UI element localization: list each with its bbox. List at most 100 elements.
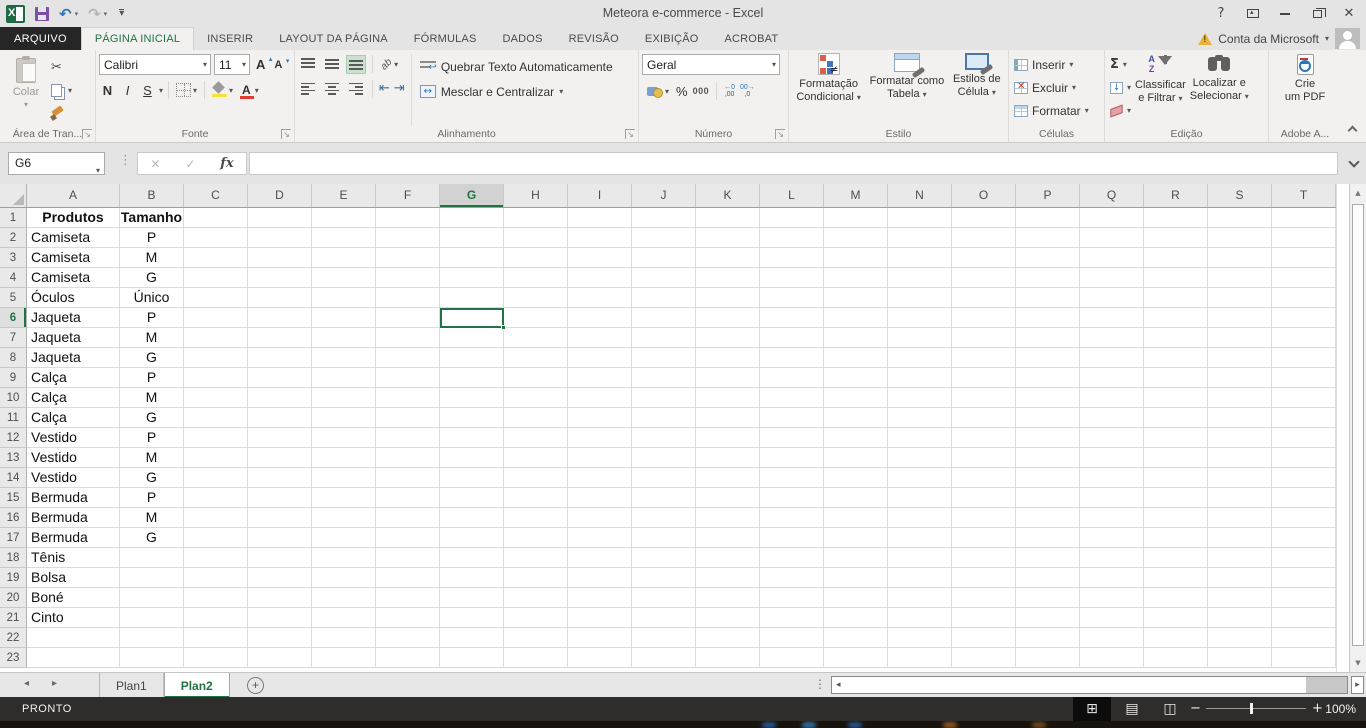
cell-J7[interactable] [632, 328, 696, 348]
cell-K15[interactable] [696, 488, 760, 508]
cell-D12[interactable] [248, 428, 312, 448]
cut-button[interactable]: ✂ [49, 57, 74, 77]
cell-F2[interactable] [376, 228, 440, 248]
underline-caret-icon[interactable]: ▾ [159, 86, 163, 95]
find-select-button[interactable]: Localizar e Selecionar ▾ [1190, 54, 1249, 126]
cell-T17[interactable] [1272, 528, 1336, 548]
cell-E14[interactable] [312, 468, 376, 488]
tab-layout-da-página[interactable]: LAYOUT DA PÁGINA [266, 27, 401, 50]
undo-icon[interactable]: ↶ [59, 5, 72, 23]
cell-L7[interactable] [760, 328, 824, 348]
cell-M6[interactable] [824, 308, 888, 328]
cell-F7[interactable] [376, 328, 440, 348]
cell-I15[interactable] [568, 488, 632, 508]
cell-C9[interactable] [184, 368, 248, 388]
column-header-c[interactable]: C [184, 184, 248, 207]
help-button[interactable]: ? [1208, 3, 1234, 25]
cell-P13[interactable] [1016, 448, 1080, 468]
cell-B4[interactable]: G [120, 268, 184, 288]
cell-S20[interactable] [1208, 588, 1272, 608]
cell-D19[interactable] [248, 568, 312, 588]
cell-C6[interactable] [184, 308, 248, 328]
cell-Q18[interactable] [1080, 548, 1144, 568]
cell-S10[interactable] [1208, 388, 1272, 408]
cell-E2[interactable] [312, 228, 376, 248]
minimize-button[interactable] [1272, 3, 1298, 25]
cell-P6[interactable] [1016, 308, 1080, 328]
cell-R21[interactable] [1144, 608, 1208, 628]
dialog-launcher-icon[interactable]: ↘ [775, 129, 785, 139]
cell-G10[interactable] [440, 388, 504, 408]
cell-K11[interactable] [696, 408, 760, 428]
cell-E17[interactable] [312, 528, 376, 548]
cell-N20[interactable] [888, 588, 952, 608]
cell-B16[interactable]: M [120, 508, 184, 528]
cell-H3[interactable] [504, 248, 568, 268]
cell-I13[interactable] [568, 448, 632, 468]
cell-B8[interactable]: G [120, 348, 184, 368]
format-cells-button[interactable]: Formatar ▾ [1012, 100, 1101, 121]
cell-H8[interactable] [504, 348, 568, 368]
cell-G1[interactable] [440, 208, 504, 228]
cell-T8[interactable] [1272, 348, 1336, 368]
cell-A23[interactable] [27, 648, 120, 668]
cell-J14[interactable] [632, 468, 696, 488]
align-right-button[interactable] [346, 79, 366, 98]
cell-A17[interactable]: Bermuda [27, 528, 120, 548]
cell-R3[interactable] [1144, 248, 1208, 268]
cell-S5[interactable] [1208, 288, 1272, 308]
cell-S8[interactable] [1208, 348, 1272, 368]
avatar[interactable] [1335, 28, 1360, 49]
cell-R19[interactable] [1144, 568, 1208, 588]
cell-H2[interactable] [504, 228, 568, 248]
cell-A13[interactable]: Vestido [27, 448, 120, 468]
cell-E9[interactable] [312, 368, 376, 388]
cell-R2[interactable] [1144, 228, 1208, 248]
cell-P10[interactable] [1016, 388, 1080, 408]
cell-R15[interactable] [1144, 488, 1208, 508]
cell-T13[interactable] [1272, 448, 1336, 468]
cell-E16[interactable] [312, 508, 376, 528]
cell-H21[interactable] [504, 608, 568, 628]
new-sheet-button[interactable]: + [247, 677, 264, 694]
sheet-tab-plan2[interactable]: Plan2 [163, 673, 230, 698]
cell-B22[interactable] [120, 628, 184, 648]
cell-F10[interactable] [376, 388, 440, 408]
row-header-21[interactable]: 21 [0, 608, 27, 628]
cell-J6[interactable] [632, 308, 696, 328]
cell-T14[interactable] [1272, 468, 1336, 488]
cell-G7[interactable] [440, 328, 504, 348]
cell-N16[interactable] [888, 508, 952, 528]
cell-A20[interactable]: Boné [27, 588, 120, 608]
cell-C21[interactable] [184, 608, 248, 628]
cell-D8[interactable] [248, 348, 312, 368]
italic-button[interactable]: I [119, 83, 136, 98]
cell-O19[interactable] [952, 568, 1016, 588]
clear-button[interactable]: ▾ [1108, 100, 1131, 121]
cell-A4[interactable]: Camiseta [27, 268, 120, 288]
cell-R13[interactable] [1144, 448, 1208, 468]
cell-N15[interactable] [888, 488, 952, 508]
cell-P20[interactable] [1016, 588, 1080, 608]
cell-N6[interactable] [888, 308, 952, 328]
cell-R17[interactable] [1144, 528, 1208, 548]
cell-M3[interactable] [824, 248, 888, 268]
cancel-icon[interactable]: ✕ [150, 157, 160, 171]
cell-O14[interactable] [952, 468, 1016, 488]
cell-T4[interactable] [1272, 268, 1336, 288]
cell-I4[interactable] [568, 268, 632, 288]
cell-N18[interactable] [888, 548, 952, 568]
cell-Q8[interactable] [1080, 348, 1144, 368]
cell-B20[interactable] [120, 588, 184, 608]
cell-K14[interactable] [696, 468, 760, 488]
cell-N8[interactable] [888, 348, 952, 368]
cell-F3[interactable] [376, 248, 440, 268]
cell-I1[interactable] [568, 208, 632, 228]
cell-J22[interactable] [632, 628, 696, 648]
cell-L12[interactable] [760, 428, 824, 448]
font-color-button[interactable]: A ▾ [238, 80, 261, 100]
cell-J12[interactable] [632, 428, 696, 448]
cell-N7[interactable] [888, 328, 952, 348]
cell-L23[interactable] [760, 648, 824, 668]
cell-L21[interactable] [760, 608, 824, 628]
